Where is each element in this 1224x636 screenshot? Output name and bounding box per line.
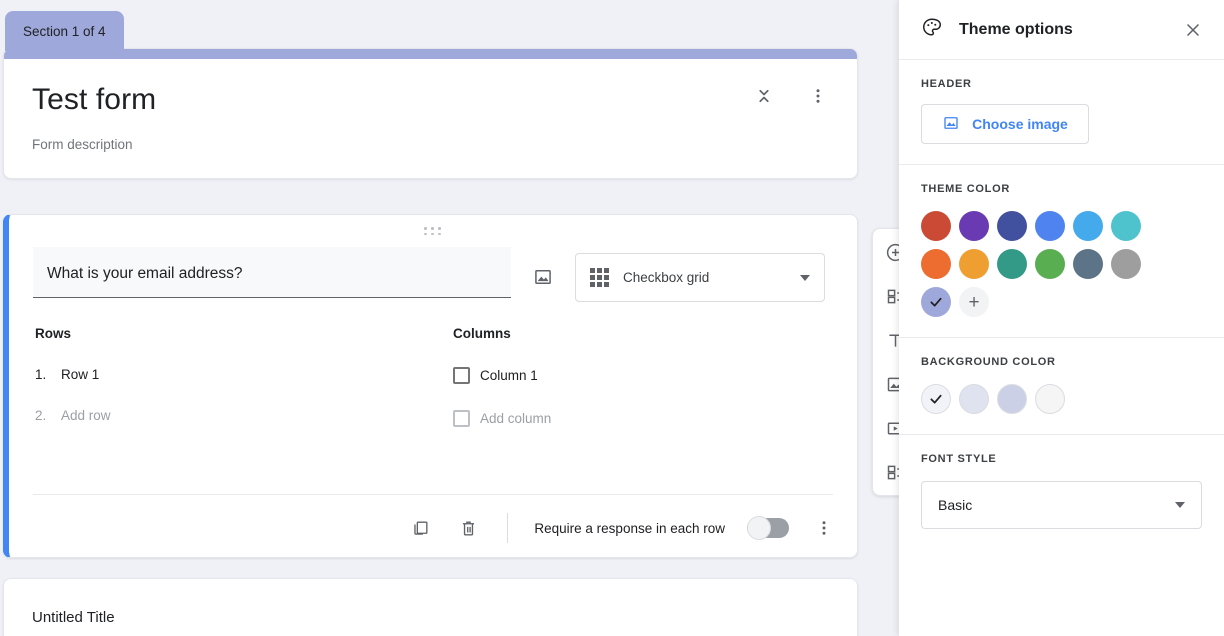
checkbox-icon (453, 367, 470, 384)
theme-swatch[interactable] (1073, 211, 1103, 241)
theme-swatch[interactable] (1035, 211, 1065, 241)
checkbox-grid-icon (590, 268, 609, 287)
theme-swatch[interactable] (997, 249, 1027, 279)
add-section-icon[interactable] (880, 457, 900, 487)
question-more-vert-icon[interactable] (811, 515, 837, 541)
require-response-toggle[interactable] (747, 516, 789, 540)
column-item[interactable]: Column 1 (453, 367, 551, 384)
row-item[interactable]: 1. Row 1 (35, 367, 453, 382)
add-question-icon[interactable] (880, 237, 900, 267)
header-section-label: Header (921, 78, 972, 90)
plus-icon: + (968, 291, 980, 313)
form-editor-area: Section 1 of 4 Test form Form descriptio… (0, 0, 900, 636)
add-item-toolbar (872, 228, 900, 496)
theme-swatch[interactable] (921, 211, 951, 241)
more-vert-icon[interactable] (805, 83, 831, 109)
checkbox-icon (453, 410, 470, 427)
untitled-title-card[interactable]: Untitled Title (3, 578, 858, 636)
form-title[interactable]: Test form (32, 81, 829, 119)
background-color-section: Background color (899, 338, 1224, 435)
columns-column: Columns Column 1 Add column (453, 326, 551, 427)
form-header-body: Test form Form description (4, 59, 857, 178)
background-swatch-selected[interactable] (921, 384, 951, 414)
theme-swatch[interactable] (997, 211, 1027, 241)
add-row-item[interactable]: 2. Add row (35, 408, 453, 423)
question-footer-divider (33, 494, 833, 495)
toolbar-divider (507, 513, 509, 543)
close-icon[interactable] (1180, 17, 1206, 43)
font-style-value: Basic (938, 497, 973, 513)
add-title-icon[interactable] (880, 325, 900, 355)
add-column-label[interactable]: Add column (480, 411, 551, 426)
form-header-card[interactable]: Test form Form description (3, 48, 858, 179)
question-footer-toolbar: Require a response in each row (407, 513, 837, 543)
rows-column: Rows 1. Row 1 2. Add row (35, 326, 453, 427)
trash-icon[interactable] (455, 515, 481, 541)
font-style-section: Font style Basic (899, 435, 1224, 549)
choose-image-button[interactable]: Choose image (921, 104, 1089, 144)
question-text-wrap: What is your email address? (33, 247, 511, 298)
section-tab-label: Section 1 of 4 (23, 23, 106, 39)
untitled-title-text[interactable]: Untitled Title (32, 609, 829, 626)
background-swatch[interactable] (1035, 384, 1065, 414)
toggle-knob (747, 516, 771, 540)
question-card[interactable]: What is your email address? Checkbox gri… (3, 214, 858, 558)
theme-swatch[interactable] (1111, 211, 1141, 241)
font-style-select[interactable]: Basic (921, 481, 1202, 529)
theme-color-section: Theme color + (899, 165, 1224, 338)
background-swatch[interactable] (959, 384, 989, 414)
add-custom-color-button[interactable]: + (959, 287, 989, 317)
add-column-item[interactable]: Add column (453, 410, 551, 427)
theme-options-panel: Theme options Header Choose image T (899, 0, 1224, 636)
theme-swatch[interactable] (959, 211, 989, 241)
theme-panel-title: Theme options (959, 20, 1073, 38)
theme-swatch-selected[interactable] (921, 287, 951, 317)
require-response-label: Require a response in each row (534, 520, 725, 536)
question-type-label: Checkbox grid (623, 270, 710, 285)
rows-columns-area: Rows 1. Row 1 2. Add row Columns Column … (9, 302, 857, 427)
row-number: 1. (35, 367, 47, 382)
font-style-label: Font style (921, 453, 997, 465)
insert-image-icon[interactable] (527, 261, 559, 293)
background-swatch[interactable] (997, 384, 1027, 414)
theme-swatch[interactable] (1111, 249, 1141, 279)
column-label[interactable]: Column 1 (480, 368, 538, 383)
question-input[interactable]: What is your email address? (33, 247, 511, 298)
add-video-icon[interactable] (880, 413, 900, 443)
row-number: 2. (35, 408, 47, 423)
theme-color-label: Theme color (921, 183, 1010, 195)
choose-image-label: Choose image (972, 116, 1068, 132)
import-questions-icon[interactable] (880, 281, 900, 311)
google-forms-editor: Section 1 of 4 Test form Form descriptio… (0, 0, 1224, 636)
theme-swatch[interactable] (1035, 249, 1065, 279)
columns-header: Columns (453, 326, 511, 341)
row-label[interactable]: Row 1 (61, 367, 99, 382)
section-tab[interactable]: Section 1 of 4 (5, 11, 124, 51)
duplicate-icon[interactable] (407, 515, 433, 541)
collapse-icon[interactable] (751, 83, 777, 109)
palette-icon (921, 16, 943, 43)
background-color-swatches (921, 384, 1202, 414)
theme-swatch[interactable] (1073, 249, 1103, 279)
add-image-icon[interactable] (880, 369, 900, 399)
theme-color-swatches: + (921, 211, 1202, 317)
header-section: Header Choose image (899, 60, 1224, 165)
theme-swatch[interactable] (959, 249, 989, 279)
theme-panel-header: Theme options (899, 0, 1224, 60)
image-icon (942, 114, 960, 135)
chevron-down-icon (1175, 502, 1185, 508)
rows-header: Rows (35, 326, 72, 341)
chevron-down-icon (800, 274, 810, 281)
header-accent-stripe (4, 49, 857, 59)
theme-swatch[interactable] (921, 249, 951, 279)
drag-handle-icon[interactable] (424, 227, 442, 235)
form-description[interactable]: Form description (32, 137, 829, 152)
add-row-label[interactable]: Add row (61, 408, 111, 423)
form-header-actions (751, 83, 831, 109)
background-color-label: Background color (921, 356, 1056, 368)
question-type-select[interactable]: Checkbox grid (575, 253, 825, 302)
